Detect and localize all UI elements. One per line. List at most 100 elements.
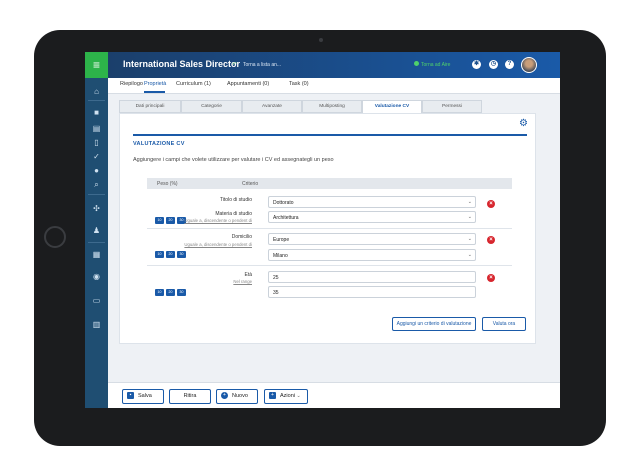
chevron-down-icon: ⌄ (467, 199, 472, 205)
home-button[interactable] (44, 226, 66, 248)
tab-categorie[interactable]: Categorie (181, 100, 242, 113)
sidebar: ≡ ⌂ ■ ▤ ▯ ✓ ● ⌕ ✣ ♟ ▦ ◉ ▭ ▥ (85, 52, 108, 408)
back-link[interactable]: Torna a lista an... (243, 62, 281, 68)
page-title: International Sales Director (123, 59, 241, 69)
delete-row-icon[interactable]: × (487, 236, 495, 244)
withdraw-button[interactable]: Ritira (169, 389, 211, 404)
chevron-down-icon: ⌄ (467, 236, 472, 242)
tab-valutazione-cv[interactable]: Valutazione CV (362, 100, 422, 114)
sidebar-divider (88, 194, 105, 195)
delete-row-icon[interactable]: × (487, 274, 495, 282)
help-icon[interactable]: ? (505, 60, 514, 69)
sidebar-divider (88, 242, 105, 243)
criteria-label: Età (244, 272, 252, 278)
calendar-icon[interactable]: ▦ (92, 250, 101, 259)
app-screen: ≡ ⌂ ■ ▤ ▯ ✓ ● ⌕ ✣ ♟ ▦ ◉ ▭ ▥ Internationa… (85, 52, 560, 408)
sidebar-divider (88, 100, 105, 101)
info-icon[interactable]: ● (92, 166, 101, 175)
camera (319, 38, 323, 42)
network-icon[interactable]: ✣ (92, 204, 101, 213)
new-button[interactable]: + Nuovo (216, 389, 258, 404)
panel-tabs: Dati principali Categorie Avanzate Multi… (119, 100, 482, 114)
add-criteria-button[interactable]: Aggiungi un criterio di valutazione (392, 317, 476, 331)
actions-label: Azioni (280, 393, 295, 399)
weight-option[interactable]: 20 (166, 289, 175, 296)
criteria-operator-link[interactable]: Nel range (157, 279, 252, 284)
criteria-operator-link[interactable]: Uguale a, discendente o pendent di (157, 218, 252, 223)
row-divider (147, 265, 512, 266)
clock-icon[interactable]: ◷ (489, 60, 498, 69)
plus-circle-icon: + (221, 392, 228, 400)
select-value: Europe (273, 237, 290, 243)
weight-option[interactable]: 10 (155, 289, 164, 296)
section-divider (133, 134, 527, 136)
tab-permessi[interactable]: Permessi (422, 100, 482, 113)
tab-dati-principali[interactable]: Dati principali (119, 100, 181, 113)
document-icon[interactable]: ▯ (92, 138, 101, 147)
tab-appuntamenti[interactable]: Appuntamenti (0) (227, 81, 269, 87)
chevron-down-icon: ⌄ (467, 214, 472, 220)
report-icon[interactable]: ▥ (92, 320, 101, 329)
input-value: 35 (273, 290, 279, 296)
home-icon[interactable]: ⌂ (92, 87, 101, 96)
criteria-label: Materia di studio (215, 211, 252, 217)
chevron-down-icon: ⌄ (296, 393, 301, 399)
back-arrow-icon[interactable]: ↶ (232, 61, 237, 68)
tab-curriculum[interactable]: Curriculum (1) (176, 81, 211, 87)
col-criteria: Criterio (242, 181, 259, 187)
check-icon[interactable]: ✓ (92, 152, 101, 161)
globe-icon[interactable]: ◉ (92, 272, 101, 281)
delete-row-icon[interactable]: × (487, 200, 495, 208)
withdraw-label: Ritira (183, 393, 197, 399)
tab-multiposting[interactable]: Multiposting (302, 100, 362, 113)
tab-avanzate[interactable]: Avanzate (242, 100, 302, 113)
criteria-select[interactable]: Milano ⌄ (268, 249, 476, 261)
avatar[interactable] (521, 57, 537, 73)
gear-icon[interactable]: ⚙ (519, 118, 528, 129)
weight-option[interactable]: 30 (177, 289, 186, 296)
tab-proprieta[interactable]: Proprietà (144, 81, 166, 87)
criteria-select[interactable]: Europe ⌄ (268, 233, 476, 245)
weight-option[interactable]: 10 (155, 251, 164, 258)
table-header: Peso (%) Criterio (147, 178, 512, 189)
chat-icon[interactable]: ▭ (92, 296, 101, 305)
criteria-operator-link[interactable]: Uguale a, discendente o pendent di (157, 242, 252, 247)
plus-icon: + (269, 392, 276, 400)
age-min-input[interactable]: 25 (268, 271, 476, 283)
status-link[interactable]: Torna ad Aire (421, 62, 450, 68)
select-value: Milano (273, 253, 288, 259)
search-icon[interactable]: ⌕ (92, 180, 101, 189)
criteria-select[interactable]: Architettura ⌄ (268, 211, 476, 223)
save-label: Salva (138, 393, 152, 399)
chevron-down-icon: ⌄ (467, 252, 472, 258)
hamburger-icon[interactable]: ≡ (85, 52, 108, 78)
briefcase-icon[interactable]: ■ (92, 108, 101, 117)
actions-button[interactable]: + Azioni ⌄ (264, 389, 308, 404)
users-icon[interactable]: ♟ (92, 226, 101, 235)
evaluate-button[interactable]: Valuta ora (482, 317, 526, 331)
age-max-input[interactable]: 35 (268, 286, 476, 298)
new-label: Nuovo (232, 393, 248, 399)
input-value: 25 (273, 275, 279, 281)
subtab-bar: Riepilogo Proprietà Curriculum (1) Appun… (108, 78, 560, 94)
weight-option[interactable]: 20 (166, 251, 175, 258)
active-tab-underline (144, 91, 165, 93)
main-panel: ⚙ VALUTAZIONE CV Aggiungere i campi che … (119, 113, 536, 344)
criteria-label: Titolo di studio (219, 197, 252, 203)
top-bar: International Sales Director ↶ Torna a l… (108, 52, 560, 78)
save-icon: ▪ (127, 392, 134, 400)
criteria-label: Domicilio (231, 234, 252, 240)
save-button[interactable]: ▪ Salva (122, 389, 164, 404)
settings-icon[interactable]: ✱ (472, 60, 481, 69)
status-icon (414, 61, 419, 66)
tab-riepilogo[interactable]: Riepilogo (120, 81, 143, 87)
select-value: Dottorato (273, 200, 294, 206)
criteria-select[interactable]: Dottorato ⌄ (268, 196, 476, 208)
row-divider (147, 228, 512, 229)
select-value: Architettura (273, 215, 299, 221)
tab-task[interactable]: Task (0) (289, 81, 309, 87)
section-title: VALUTAZIONE CV (133, 141, 185, 147)
database-icon[interactable]: ▤ (92, 124, 101, 133)
weight-option[interactable]: 30 (177, 251, 186, 258)
footer-toolbar: ▪ Salva Ritira + Nuovo + Azioni ⌄ (108, 382, 560, 408)
